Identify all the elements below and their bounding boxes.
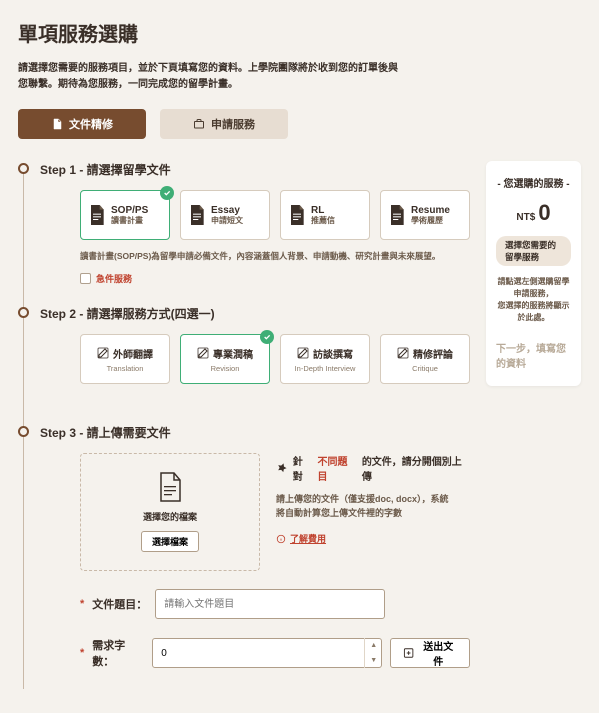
spin-up[interactable]: ▲ [365, 638, 382, 653]
cart-next-button[interactable]: 下一步，填寫您的資料 [496, 340, 571, 370]
card-title: Essay [211, 205, 243, 217]
cart-price: NT$ 0 [516, 200, 550, 226]
step-1-title: Step 1 - 請選擇留學文件 [40, 161, 470, 178]
card-sub: 學術履歷 [411, 216, 450, 225]
learn-cost-link[interactable]: 了解費用 [276, 532, 470, 545]
words-label: 需求字數： [92, 637, 144, 669]
doc-card-rl[interactable]: RL推薦信 [280, 190, 370, 240]
page-intro: 請選擇您需要的服務項目，並於下頁填寫您的資料。上學院團隊將於收到您的訂單後與您聯… [18, 61, 398, 93]
pencil-square-icon [397, 347, 409, 359]
title-label: 文件題目： [92, 596, 147, 612]
svc-card-revision[interactable]: 專業潤稿 Revision [180, 334, 270, 384]
svc-card-critique[interactable]: 精修評論 Critique [380, 334, 470, 384]
step-1: Step 1 - 請選擇留學文件 SOP/PS讀書計畫 Essay申請短文 [18, 161, 470, 285]
card-sub: 申請短文 [211, 216, 243, 225]
spin-down[interactable]: ▼ [365, 653, 382, 668]
number-spinner: ▲ ▼ [364, 638, 382, 668]
pencil-square-icon [297, 347, 309, 359]
step-3-title: Step 3 - 請上傳需要文件 [40, 424, 470, 441]
doc-card-resume[interactable]: Resume學術履歷 [380, 190, 470, 240]
word-count-input[interactable] [152, 638, 382, 668]
urgent-checkbox[interactable]: 急件服務 [80, 272, 470, 285]
choose-file-button[interactable]: 選擇檔案 [141, 531, 199, 552]
file-icon [289, 205, 305, 225]
check-icon [260, 330, 274, 344]
file-icon [189, 205, 205, 225]
plus-box-icon [403, 647, 414, 659]
tab-document-refine[interactable]: 文件精修 [18, 109, 146, 139]
info-icon [276, 534, 286, 544]
required-star: * [80, 598, 84, 610]
svc-sub: Critique [412, 364, 438, 373]
briefcase-icon [193, 118, 205, 130]
card-title: RL [311, 205, 335, 217]
submit-label: 送出文件 [419, 638, 457, 668]
pencil-square-icon [197, 347, 209, 359]
svc-card-interview[interactable]: 訪談撰寫 In-Depth Interview [280, 334, 370, 384]
card-sub: 推薦信 [311, 216, 335, 225]
dropzone-label: 選擇您的檔案 [143, 510, 197, 523]
checkbox-icon [80, 273, 91, 284]
tab-apply-service[interactable]: 申請服務 [160, 109, 288, 139]
step-bullet [18, 163, 29, 174]
doc-card-essay[interactable]: Essay申請短文 [180, 190, 270, 240]
cart-panel: - 您選購的服務 - NT$ 0 選擇您需要的留學服務 請點選左側選購留學申請服… [486, 161, 581, 386]
step-bullet [18, 426, 29, 437]
doc-card-sop[interactable]: SOP/PS讀書計畫 [80, 190, 170, 240]
cart-hint: 請點選左側選購留學申請服務， 您選擇的服務將顯示於此處。 [496, 276, 571, 324]
step-2-title: Step 2 - 請選擇服務方式(四選一) [40, 305, 470, 322]
upload-info-heading: 針對不同題目的文件，請分開個別上傳 [276, 453, 470, 483]
svc-card-translation[interactable]: 外師翻譯 Translation [80, 334, 170, 384]
svc-title: 專業潤稿 [213, 346, 253, 361]
svc-sub: Translation [107, 364, 144, 373]
doc-title-input[interactable] [155, 589, 385, 619]
file-icon [89, 205, 105, 225]
urgent-label: 急件服務 [96, 272, 132, 285]
svc-title: 外師翻譯 [113, 346, 153, 361]
cart-badge: 選擇您需要的留學服務 [496, 236, 571, 266]
tab-document-label: 文件精修 [69, 116, 113, 132]
svc-title: 精修評論 [413, 346, 453, 361]
svc-sub: Revision [211, 364, 240, 373]
pin-icon [276, 462, 288, 474]
card-title: Resume [411, 205, 450, 217]
document-icon [51, 118, 63, 130]
file-outline-icon [157, 472, 183, 502]
check-icon [160, 186, 174, 200]
card-sub: 讀書計畫 [111, 216, 148, 225]
required-star: * [80, 647, 84, 659]
tab-apply-label: 申請服務 [211, 116, 255, 132]
step-bullet [18, 307, 29, 318]
cart-title: - 您選購的服務 - [497, 175, 569, 190]
tab-row: 文件精修 申請服務 [18, 109, 581, 139]
step-1-hint: 讀書計畫(SOP/PS)為留學申請必備文件，內容涵蓋個人背景、申請動機、研究計畫… [80, 250, 470, 262]
file-icon [389, 205, 405, 225]
step-2: Step 2 - 請選擇服務方式(四選一) 外師翻譯 Translation 專… [18, 305, 470, 384]
upload-info-sub: 請上傳您的文件（僅支援doc, docx），系統 將自動計算您上傳文件裡的字數 [276, 493, 470, 520]
pencil-square-icon [97, 347, 109, 359]
step-3: Step 3 - 請上傳需要文件 選擇您的檔案 選擇檔案 針對不同題目的文件，請… [18, 424, 470, 669]
card-title: SOP/PS [111, 205, 148, 217]
upload-dropzone[interactable]: 選擇您的檔案 選擇檔案 [80, 453, 260, 571]
submit-file-button[interactable]: 送出文件 [390, 638, 470, 668]
svc-sub: In-Depth Interview [295, 364, 356, 373]
svc-title: 訪談撰寫 [313, 346, 353, 361]
page-title: 單項服務選購 [18, 18, 581, 47]
